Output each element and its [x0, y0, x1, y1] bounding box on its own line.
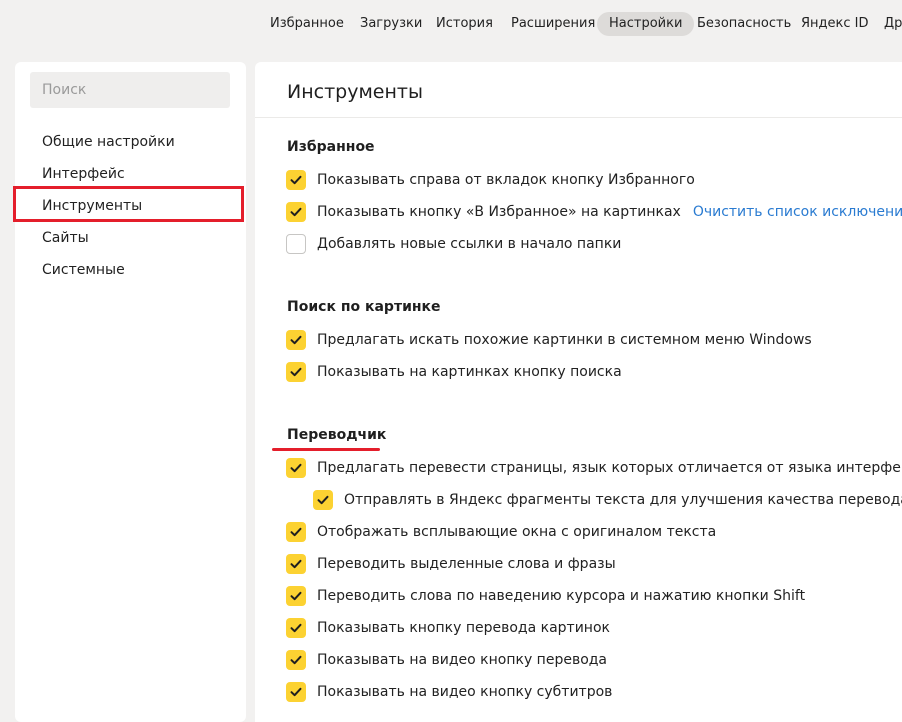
checkbox-checked[interactable] — [286, 682, 306, 702]
option-row: Показывать на видео кнопку субтитров — [286, 681, 612, 703]
checkmark-icon — [290, 527, 302, 537]
checkbox-checked[interactable] — [286, 554, 306, 574]
tab-history[interactable]: История — [424, 12, 505, 36]
checkmark-icon — [317, 495, 329, 505]
checkbox-checked[interactable] — [286, 362, 306, 382]
checkmark-icon — [290, 591, 302, 601]
checkbox-checked[interactable] — [286, 618, 306, 638]
option-label[interactable]: Переводить слова по наведению курсора и … — [317, 585, 805, 607]
checkmark-icon — [290, 207, 302, 217]
top-navigation: Избранное Загрузки История Расширения На… — [0, 0, 902, 48]
option-label[interactable]: Предлагать искать похожие картинки в сис… — [317, 329, 812, 351]
sidebar-item-interface[interactable]: Интерфейс — [42, 162, 125, 186]
sidebar-item-system[interactable]: Системные — [42, 258, 125, 282]
tab-extensions[interactable]: Расширения — [499, 12, 607, 36]
checkbox-checked[interactable] — [286, 202, 306, 222]
checkmark-icon — [290, 559, 302, 569]
checkbox-checked[interactable] — [286, 522, 306, 542]
settings-sidebar: Общие настройки Интерфейс Инструменты Са… — [13, 62, 246, 722]
checkbox-checked[interactable] — [286, 586, 306, 606]
sidebar-item-sites[interactable]: Сайты — [42, 226, 89, 250]
option-row: Переводить выделенные слова и фразы — [286, 553, 616, 575]
section-title-favorites: Избранное — [287, 139, 375, 155]
option-label[interactable]: Отправлять в Яндекс фрагменты текста для… — [344, 489, 902, 511]
option-label[interactable]: Показывать на видео кнопку перевода — [317, 649, 607, 671]
option-label[interactable]: Переводить выделенные слова и фразы — [317, 553, 616, 575]
option-label[interactable]: Показывать кнопку перевода картинок — [317, 617, 610, 639]
checkbox-checked[interactable] — [286, 650, 306, 670]
option-label[interactable]: Предлагать перевести страницы, язык кото… — [317, 457, 902, 479]
search-input[interactable] — [30, 72, 230, 108]
option-row: Переводить слова по наведению курсора и … — [286, 585, 805, 607]
option-row: Показывать справа от вкладок кнопку Избр… — [286, 169, 695, 191]
option-row: Предлагать искать похожие картинки в сис… — [286, 329, 812, 351]
checkbox-checked[interactable] — [286, 458, 306, 478]
option-row: Предлагать перевести страницы, язык кото… — [286, 457, 902, 479]
tab-yandex-id[interactable]: Яндекс ID — [789, 12, 881, 36]
checkmark-icon — [290, 367, 302, 377]
section-title-translator: Переводчик — [287, 427, 387, 443]
checkbox-checked[interactable] — [313, 490, 333, 510]
sidebar-item-general[interactable]: Общие настройки — [42, 130, 175, 154]
option-label[interactable]: Отображать всплывающие окна с оригиналом… — [317, 521, 716, 543]
checkbox-unchecked[interactable] — [286, 234, 306, 254]
option-row: Показывать кнопку перевода картинок — [286, 617, 610, 639]
option-row: Отображать всплывающие окна с оригиналом… — [286, 521, 716, 543]
option-label[interactable]: Добавлять новые ссылки в начало папки — [317, 233, 621, 255]
settings-main-panel: Инструменты Избранное Показывать справа … — [255, 62, 902, 722]
tab-other[interactable]: Дру — [872, 12, 902, 36]
option-label[interactable]: Показывать на картинках кнопку поиска — [317, 361, 622, 383]
checkmark-icon — [290, 335, 302, 345]
option-row: Показывать кнопку «В Избранное» на карти… — [286, 201, 902, 223]
checkbox-checked[interactable] — [286, 170, 306, 190]
option-row-indented: Отправлять в Яндекс фрагменты текста для… — [313, 489, 902, 511]
option-label[interactable]: Показывать кнопку «В Избранное» на карти… — [317, 201, 681, 223]
tab-downloads[interactable]: Загрузки — [348, 12, 434, 36]
option-row: Добавлять новые ссылки в начало папки — [286, 233, 621, 255]
translator-underline-mark — [272, 448, 380, 451]
tab-settings[interactable]: Настройки — [597, 12, 695, 36]
option-row: Показывать на видео кнопку перевода — [286, 649, 607, 671]
tab-security[interactable]: Безопасность — [685, 12, 803, 36]
clear-exceptions-link[interactable]: Очистить список исключений — [693, 201, 902, 223]
section-title-image-search: Поиск по картинке — [287, 299, 441, 315]
checkmark-icon — [290, 463, 302, 473]
sidebar-item-tools[interactable]: Инструменты — [42, 194, 142, 218]
checkbox-checked[interactable] — [286, 330, 306, 350]
checkmark-icon — [290, 687, 302, 697]
checkmark-icon — [290, 623, 302, 633]
option-label[interactable]: Показывать на видео кнопку субтитров — [317, 681, 612, 703]
option-label[interactable]: Показывать справа от вкладок кнопку Избр… — [317, 169, 695, 191]
tab-favorites[interactable]: Избранное — [258, 12, 356, 36]
title-divider — [255, 117, 902, 118]
checkmark-icon — [290, 655, 302, 665]
checkmark-icon — [290, 175, 302, 185]
option-row: Показывать на картинках кнопку поиска — [286, 361, 622, 383]
page-title: Инструменты — [287, 81, 423, 103]
